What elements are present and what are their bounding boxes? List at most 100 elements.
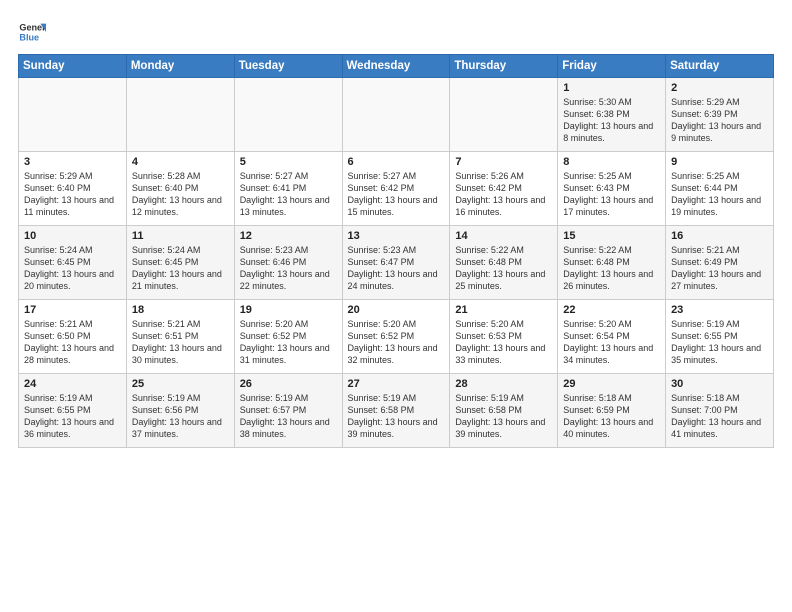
day-info: Sunrise: 5:23 AM Sunset: 6:46 PM Dayligh… [240, 244, 337, 293]
day-number: 1 [563, 82, 660, 94]
day-info: Sunrise: 5:30 AM Sunset: 6:38 PM Dayligh… [563, 96, 660, 145]
day-cell: 12 Sunrise: 5:23 AM Sunset: 6:46 PM Dayli… [234, 226, 342, 300]
day-number: 9 [671, 156, 768, 168]
day-cell: 10 Sunrise: 5:24 AM Sunset: 6:45 PM Dayli… [19, 226, 127, 300]
day-number: 30 [671, 378, 768, 390]
week-row-3: 10 Sunrise: 5:24 AM Sunset: 6:45 PM Dayli… [19, 226, 774, 300]
day-info: Sunrise: 5:25 AM Sunset: 6:43 PM Dayligh… [563, 170, 660, 219]
day-cell: 6 Sunrise: 5:27 AM Sunset: 6:42 PM Daylig… [342, 152, 450, 226]
day-number: 20 [348, 304, 445, 316]
day-info: Sunrise: 5:19 AM Sunset: 6:56 PM Dayligh… [132, 392, 229, 441]
week-row-2: 3 Sunrise: 5:29 AM Sunset: 6:40 PM Daylig… [19, 152, 774, 226]
header-cell-friday: Friday [558, 55, 666, 78]
day-info: Sunrise: 5:19 AM Sunset: 6:57 PM Dayligh… [240, 392, 337, 441]
day-info: Sunrise: 5:20 AM Sunset: 6:54 PM Dayligh… [563, 318, 660, 367]
day-cell: 18 Sunrise: 5:21 AM Sunset: 6:51 PM Dayli… [126, 300, 234, 374]
day-cell: 26Sunrise: 5:19 AM Sunset: 6:57 PM Dayli… [234, 374, 342, 448]
day-cell [126, 78, 234, 152]
day-number: 2 [671, 82, 768, 94]
day-cell: 24 Sunrise: 5:19 AM Sunset: 6:55 PM Dayli… [19, 374, 127, 448]
day-cell: 29 Sunrise: 5:18 AM Sunset: 6:59 PM Dayli… [558, 374, 666, 448]
day-cell: 30 Sunrise: 5:18 AM Sunset: 7:00 PM Dayli… [666, 374, 774, 448]
day-cell: 17Sunrise: 5:21 AM Sunset: 6:50 PM Dayli… [19, 300, 127, 374]
day-number: 16 [671, 230, 768, 242]
day-cell: 22 Sunrise: 5:20 AM Sunset: 6:54 PM Dayli… [558, 300, 666, 374]
header-cell-thursday: Thursday [450, 55, 558, 78]
day-number: 27 [348, 378, 445, 390]
day-cell [450, 78, 558, 152]
day-info: Sunrise: 5:20 AM Sunset: 6:53 PM Dayligh… [455, 318, 552, 367]
header-row: SundayMondayTuesdayWednesdayThursdayFrid… [19, 55, 774, 78]
calendar-table: SundayMondayTuesdayWednesdayThursdayFrid… [18, 54, 774, 448]
day-number: 6 [348, 156, 445, 168]
day-number: 8 [563, 156, 660, 168]
day-number: 18 [132, 304, 229, 316]
day-info: Sunrise: 5:21 AM Sunset: 6:50 PM Dayligh… [24, 318, 121, 367]
day-number: 3 [24, 156, 121, 168]
day-cell: 5 Sunrise: 5:27 AM Sunset: 6:41 PM Daylig… [234, 152, 342, 226]
week-row-4: 17Sunrise: 5:21 AM Sunset: 6:50 PM Dayli… [19, 300, 774, 374]
day-info: Sunrise: 5:27 AM Sunset: 6:41 PM Dayligh… [240, 170, 337, 219]
day-number: 21 [455, 304, 552, 316]
day-info: Sunrise: 5:19 AM Sunset: 6:55 PM Dayligh… [24, 392, 121, 441]
day-info: Sunrise: 5:21 AM Sunset: 6:51 PM Dayligh… [132, 318, 229, 367]
day-cell: 8 Sunrise: 5:25 AM Sunset: 6:43 PM Daylig… [558, 152, 666, 226]
day-info: Sunrise: 5:20 AM Sunset: 6:52 PM Dayligh… [240, 318, 337, 367]
day-number: 22 [563, 304, 660, 316]
day-number: 23 [671, 304, 768, 316]
day-number: 10 [24, 230, 121, 242]
day-number: 28 [455, 378, 552, 390]
logo-icon: General Blue [18, 18, 46, 46]
day-cell: 25 Sunrise: 5:19 AM Sunset: 6:56 PM Dayli… [126, 374, 234, 448]
day-number: 25 [132, 378, 229, 390]
day-number: 7 [455, 156, 552, 168]
day-info: Sunrise: 5:24 AM Sunset: 6:45 PM Dayligh… [24, 244, 121, 293]
day-info: Sunrise: 5:27 AM Sunset: 6:42 PM Dayligh… [348, 170, 445, 219]
week-row-1: 1 Sunrise: 5:30 AM Sunset: 6:38 PM Daylig… [19, 78, 774, 152]
day-info: Sunrise: 5:29 AM Sunset: 6:40 PM Dayligh… [24, 170, 121, 219]
day-info: Sunrise: 5:22 AM Sunset: 6:48 PM Dayligh… [563, 244, 660, 293]
day-number: 24 [24, 378, 121, 390]
day-number: 4 [132, 156, 229, 168]
day-info: Sunrise: 5:29 AM Sunset: 6:39 PM Dayligh… [671, 96, 768, 145]
day-info: Sunrise: 5:18 AM Sunset: 6:59 PM Dayligh… [563, 392, 660, 441]
day-info: Sunrise: 5:19 AM Sunset: 6:55 PM Dayligh… [671, 318, 768, 367]
header: General Blue [18, 18, 774, 46]
header-cell-wednesday: Wednesday [342, 55, 450, 78]
day-info: Sunrise: 5:19 AM Sunset: 6:58 PM Dayligh… [455, 392, 552, 441]
day-info: Sunrise: 5:26 AM Sunset: 6:42 PM Dayligh… [455, 170, 552, 219]
day-info: Sunrise: 5:23 AM Sunset: 6:47 PM Dayligh… [348, 244, 445, 293]
day-cell: 7 Sunrise: 5:26 AM Sunset: 6:42 PM Daylig… [450, 152, 558, 226]
day-number: 13 [348, 230, 445, 242]
day-cell: 13 Sunrise: 5:23 AM Sunset: 6:47 PM Dayli… [342, 226, 450, 300]
day-number: 5 [240, 156, 337, 168]
day-cell: 4 Sunrise: 5:28 AM Sunset: 6:40 PM Daylig… [126, 152, 234, 226]
day-info: Sunrise: 5:25 AM Sunset: 6:44 PM Dayligh… [671, 170, 768, 219]
day-number: 15 [563, 230, 660, 242]
day-cell: 28 Sunrise: 5:19 AM Sunset: 6:58 PM Dayli… [450, 374, 558, 448]
day-number: 11 [132, 230, 229, 242]
day-cell [234, 78, 342, 152]
svg-text:Blue: Blue [19, 32, 39, 42]
day-cell: 2 Sunrise: 5:29 AM Sunset: 6:39 PM Daylig… [666, 78, 774, 152]
day-cell: 23 Sunrise: 5:19 AM Sunset: 6:55 PM Dayli… [666, 300, 774, 374]
week-row-5: 24 Sunrise: 5:19 AM Sunset: 6:55 PM Dayli… [19, 374, 774, 448]
day-cell: 9 Sunrise: 5:25 AM Sunset: 6:44 PM Daylig… [666, 152, 774, 226]
day-info: Sunrise: 5:21 AM Sunset: 6:49 PM Dayligh… [671, 244, 768, 293]
day-number: 29 [563, 378, 660, 390]
day-number: 19 [240, 304, 337, 316]
day-info: Sunrise: 5:20 AM Sunset: 6:52 PM Dayligh… [348, 318, 445, 367]
day-cell: 15 Sunrise: 5:22 AM Sunset: 6:48 PM Dayli… [558, 226, 666, 300]
day-number: 12 [240, 230, 337, 242]
day-info: Sunrise: 5:18 AM Sunset: 7:00 PM Dayligh… [671, 392, 768, 441]
day-info: Sunrise: 5:28 AM Sunset: 6:40 PM Dayligh… [132, 170, 229, 219]
day-cell: 14Sunrise: 5:22 AM Sunset: 6:48 PM Dayli… [450, 226, 558, 300]
day-cell: 11Sunrise: 5:24 AM Sunset: 6:45 PM Dayli… [126, 226, 234, 300]
day-cell: 20 Sunrise: 5:20 AM Sunset: 6:52 PM Dayli… [342, 300, 450, 374]
header-cell-sunday: Sunday [19, 55, 127, 78]
header-cell-monday: Monday [126, 55, 234, 78]
header-cell-tuesday: Tuesday [234, 55, 342, 78]
day-cell: 1 Sunrise: 5:30 AM Sunset: 6:38 PM Daylig… [558, 78, 666, 152]
day-cell: 16 Sunrise: 5:21 AM Sunset: 6:49 PM Dayli… [666, 226, 774, 300]
page: General Blue SundayMondayTuesdayWednesda… [0, 0, 792, 458]
